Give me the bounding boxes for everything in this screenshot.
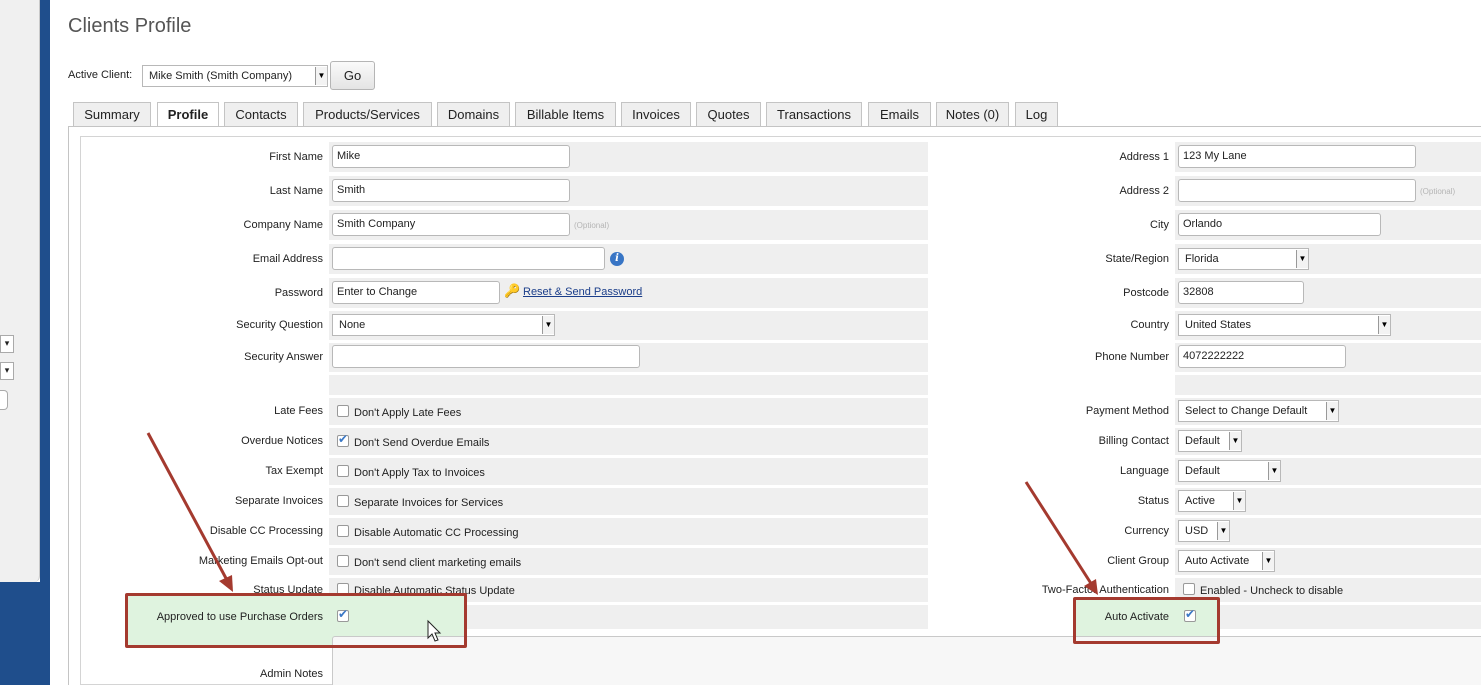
mouse-cursor-icon: [427, 619, 442, 642]
annotation-arrows: [146, 432, 1098, 642]
arrow-to-auto-activate: [1024, 481, 1098, 595]
arrow-to-purchase-orders: [146, 432, 233, 592]
